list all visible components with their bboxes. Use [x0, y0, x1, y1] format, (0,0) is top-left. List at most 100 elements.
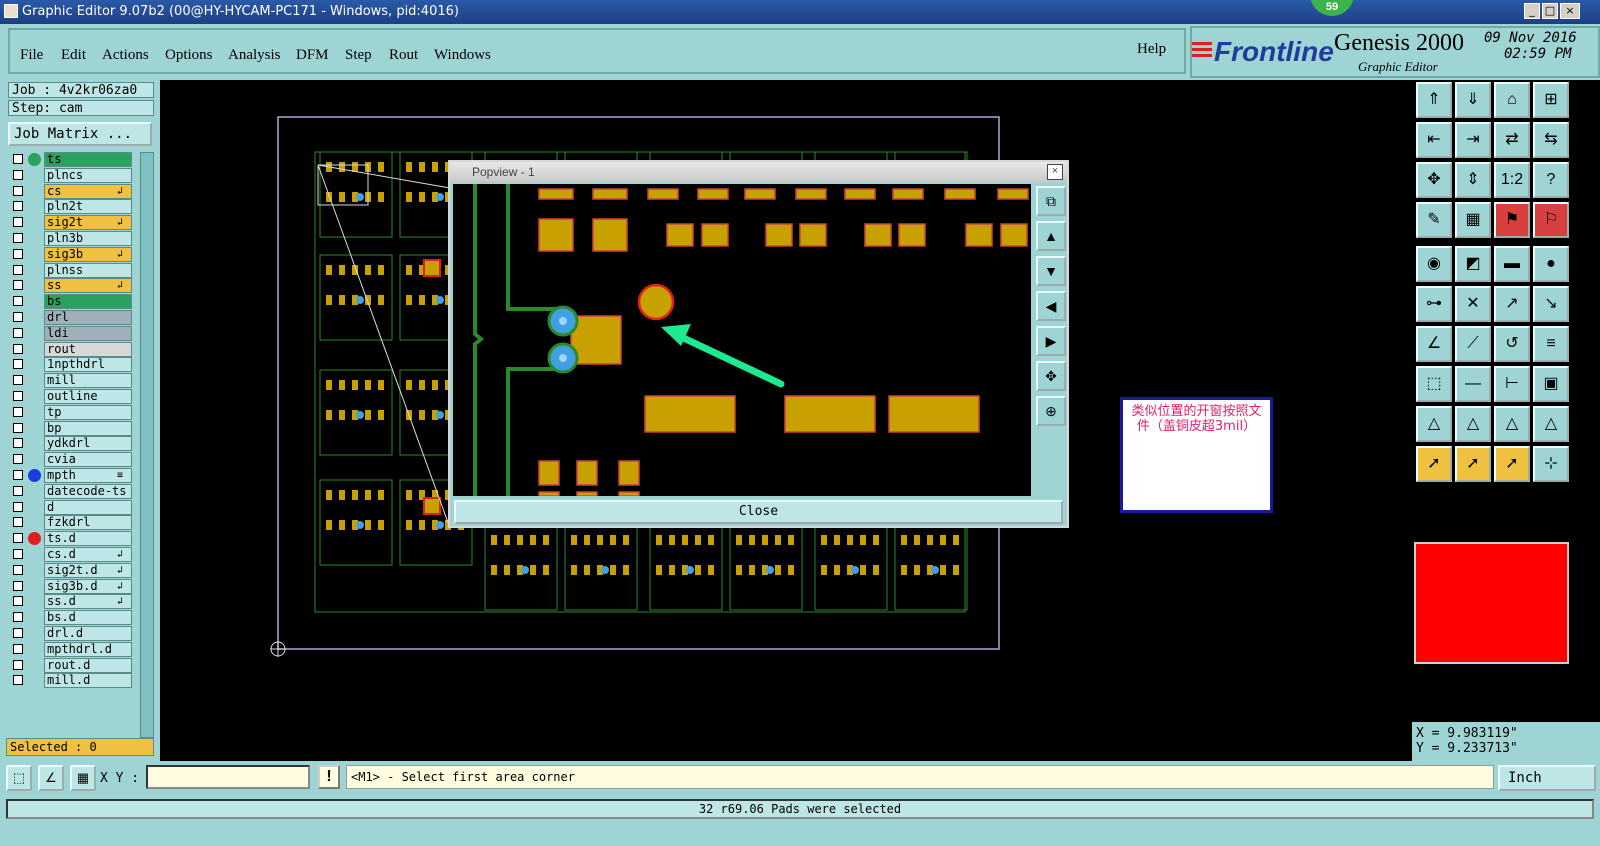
menu-file[interactable]: File: [20, 47, 43, 64]
layer-row[interactable]: mpth ≡: [8, 468, 138, 483]
layer-name[interactable]: bs: [44, 294, 132, 310]
layer-checkbox[interactable]: [13, 359, 23, 370]
tool-button-3-icon[interactable]: ⌂: [1494, 82, 1530, 118]
layer-name[interactable]: datecode-ts: [44, 483, 132, 499]
popview-fit-icon[interactable]: ✥: [1036, 361, 1066, 391]
xy-input[interactable]: [146, 765, 310, 789]
layer-checkbox[interactable]: [13, 438, 23, 449]
layer-name[interactable]: ts.d: [44, 531, 132, 547]
units-select[interactable]: Inch: [1498, 765, 1596, 791]
grid-icon[interactable]: ▦: [70, 765, 96, 791]
layer-name[interactable]: tp: [44, 404, 132, 420]
tool-button-7-icon[interactable]: ⇄: [1494, 122, 1530, 158]
layer-row[interactable]: cs ↲: [8, 183, 138, 199]
tool-button-10-icon[interactable]: ⇕: [1455, 162, 1491, 198]
menu-actions[interactable]: Actions: [102, 47, 149, 64]
layer-name[interactable]: pln3b: [44, 231, 132, 246]
layer-checkbox[interactable]: [13, 564, 23, 575]
layer-name[interactable]: d: [44, 499, 132, 515]
layer-row[interactable]: cvia: [8, 452, 138, 468]
tool-button-8-icon[interactable]: ⇆: [1533, 122, 1569, 158]
layer-row[interactable]: bs: [8, 294, 138, 310]
layer-name[interactable]: sig3b ↲: [44, 246, 132, 262]
tool-button-17-icon[interactable]: ◉: [1416, 246, 1452, 282]
layer-row[interactable]: sig3b ↲: [8, 246, 138, 262]
tool-button-15-icon[interactable]: ⚑: [1494, 202, 1530, 238]
layer-name[interactable]: ydkdrl: [44, 436, 132, 452]
layer-name[interactable]: plncs: [44, 167, 132, 183]
popview-close-icon[interactable]: ×: [1047, 164, 1063, 180]
layer-name[interactable]: mpth ≡: [44, 468, 132, 483]
tool-button-24-icon[interactable]: ↘: [1533, 286, 1569, 322]
layer-checkbox[interactable]: [13, 248, 23, 259]
tool-button-29-icon[interactable]: ⬚: [1416, 366, 1452, 402]
layer-checkbox[interactable]: [13, 533, 23, 544]
tool-button-25-icon[interactable]: ∠: [1416, 326, 1452, 362]
tool-button-37-icon[interactable]: ➚: [1416, 446, 1452, 482]
layer-row[interactable]: rout.d: [8, 657, 138, 673]
alert-icon[interactable]: !: [318, 765, 340, 789]
layer-name[interactable]: sig2t ↲: [44, 215, 132, 231]
layer-row[interactable]: drl.d: [8, 626, 138, 641]
popview-title-bar[interactable]: Popview - 1 ×: [450, 162, 1067, 182]
layer-checkbox[interactable]: [13, 391, 23, 401]
layer-row[interactable]: sig3b.d ↲: [8, 578, 138, 594]
tool-button-1-icon[interactable]: ⇑: [1416, 82, 1452, 118]
layer-name[interactable]: ts: [44, 152, 132, 167]
layer-scrollbar[interactable]: [140, 152, 154, 738]
tool-button-21-icon[interactable]: ⊶: [1416, 286, 1452, 322]
tool-button-33-icon[interactable]: △: [1416, 406, 1452, 442]
tool-button-40-icon[interactable]: ⊹: [1533, 446, 1569, 482]
tool-button-9-icon[interactable]: ✥: [1416, 162, 1452, 198]
layer-name[interactable]: ss.d ↲: [44, 594, 132, 610]
layer-checkbox[interactable]: [13, 375, 23, 386]
tool-button-27-icon[interactable]: ↺: [1494, 326, 1530, 362]
layer-name[interactable]: mill.d: [44, 673, 132, 689]
layer-name[interactable]: cs.d ↲: [44, 547, 132, 562]
zoom-area-icon[interactable]: ⬚: [6, 765, 32, 791]
tool-button-26-icon[interactable]: ⟋: [1455, 326, 1491, 362]
layer-row[interactable]: plnss: [8, 262, 138, 278]
minimize-button[interactable]: _: [1524, 3, 1540, 19]
layer-name[interactable]: bs.d: [44, 610, 132, 626]
layer-name[interactable]: plnss: [44, 262, 132, 278]
layer-checkbox[interactable]: [13, 517, 23, 528]
layer-row[interactable]: mill: [8, 373, 138, 389]
menu-help[interactable]: Help: [1137, 41, 1166, 58]
layer-row[interactable]: ss.d ↲: [8, 594, 138, 610]
layer-row[interactable]: ldi: [8, 325, 138, 341]
layer-name[interactable]: fzkdrl: [44, 515, 132, 531]
layer-name[interactable]: sig3b.d ↲: [44, 578, 132, 594]
tool-button-6-icon[interactable]: ⇥: [1455, 122, 1491, 158]
layer-name[interactable]: mpthdrl.d: [44, 641, 132, 657]
layer-checkbox[interactable]: [13, 201, 23, 212]
layer-name[interactable]: bp: [44, 420, 132, 436]
layer-row[interactable]: fzkdrl: [8, 515, 138, 531]
layer-row[interactable]: outline: [8, 389, 138, 404]
layer-row[interactable]: d: [8, 499, 138, 515]
layer-name[interactable]: ss ↲: [44, 278, 132, 294]
layer-row[interactable]: bs.d: [8, 610, 138, 626]
layer-name[interactable]: cvia: [44, 452, 132, 468]
maximize-button[interactable]: □: [1542, 3, 1558, 19]
tool-button-14-icon[interactable]: ▦: [1455, 202, 1491, 238]
layer-row[interactable]: datecode-ts: [8, 483, 138, 499]
layer-row[interactable]: ss ↲: [8, 278, 138, 294]
tool-button-11-icon[interactable]: 1:2: [1494, 162, 1530, 198]
layer-checkbox[interactable]: [13, 643, 23, 654]
popview-canvas[interactable]: [453, 184, 1031, 497]
layer-row[interactable]: ts.d: [8, 531, 138, 547]
layer-row[interactable]: sig2t.d ↲: [8, 562, 138, 578]
popview-zoom-in-icon[interactable]: ▲: [1036, 221, 1066, 251]
menu-step[interactable]: Step: [345, 47, 372, 64]
layer-checkbox[interactable]: [13, 343, 23, 354]
popview-pan-right-icon[interactable]: ▶: [1036, 326, 1066, 356]
layer-checkbox[interactable]: [13, 406, 23, 417]
layer-row[interactable]: mill.d: [8, 673, 138, 689]
layer-name[interactable]: rout: [44, 341, 132, 357]
layer-row[interactable]: cs.d ↲: [8, 547, 138, 562]
layer-row[interactable]: rout: [8, 341, 138, 357]
layer-checkbox[interactable]: [13, 659, 23, 670]
layer-row[interactable]: tp: [8, 404, 138, 420]
layer-checkbox[interactable]: [13, 169, 23, 180]
